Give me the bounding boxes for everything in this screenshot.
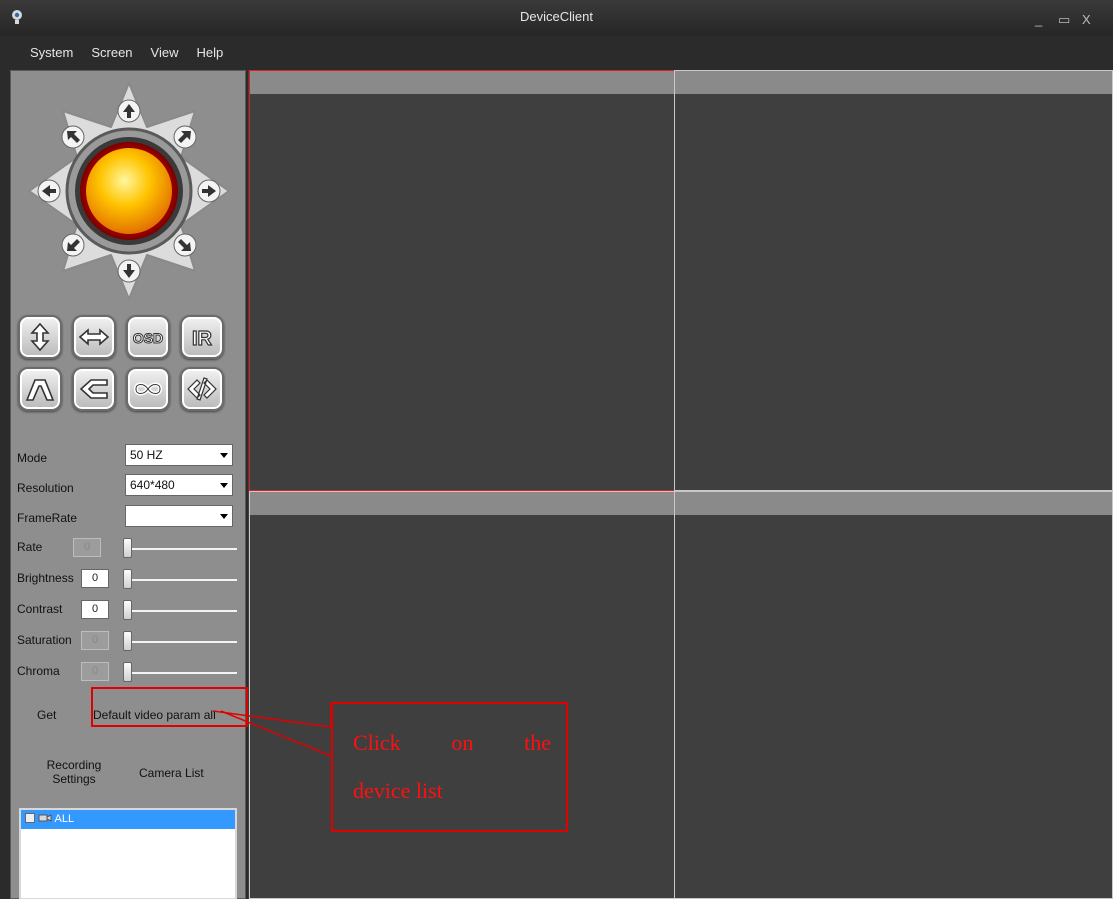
- video-cell-2[interactable]: [674, 70, 1113, 491]
- camera-list-button[interactable]: Camera List: [139, 766, 204, 780]
- menu-system[interactable]: System: [30, 45, 73, 60]
- callout-word: Click: [353, 730, 401, 755]
- callout-word: the: [524, 730, 551, 755]
- contrast-label: Contrast: [17, 602, 63, 616]
- chroma-slider-thumb[interactable]: [123, 662, 132, 682]
- recording-settings-button[interactable]: Recording Settings: [39, 758, 109, 786]
- ptz-up-right-arrow[interactable]: [173, 125, 197, 149]
- camera-group-icon: [38, 814, 52, 822]
- resolution-label: Resolution: [17, 481, 74, 495]
- infinity-icon: [133, 382, 163, 396]
- annotation-callout: Click on the device list: [331, 702, 568, 832]
- brightness-label: Brightness: [17, 571, 74, 585]
- callout-line-2: device list: [353, 778, 443, 803]
- contrast-slider-track[interactable]: [127, 610, 237, 612]
- ptz-center-button[interactable]: [86, 148, 172, 234]
- brightness-value[interactable]: 0: [81, 569, 109, 588]
- saturation-slider-thumb[interactable]: [123, 631, 132, 651]
- chroma-value: 0: [81, 662, 109, 681]
- resolution-value: 640*480: [130, 478, 175, 492]
- list-item[interactable]: ALL: [21, 810, 235, 829]
- ptz-right-arrow[interactable]: [197, 179, 221, 203]
- chevron-down-icon: [220, 483, 228, 488]
- ptz-down-left-arrow[interactable]: [61, 233, 85, 257]
- video-cell-titlebar: [675, 492, 1112, 515]
- get-button[interactable]: Get: [37, 708, 56, 722]
- flip-horizontal-button[interactable]: [72, 315, 116, 359]
- menu-bar: System Screen View Help: [10, 40, 246, 64]
- code-button[interactable]: [180, 367, 224, 411]
- window-title: DeviceClient: [520, 9, 593, 24]
- framerate-select[interactable]: [125, 505, 233, 527]
- saturation-value: 0: [81, 631, 109, 650]
- tilt-button[interactable]: [18, 367, 62, 411]
- recording-label: Recording: [46, 758, 102, 772]
- chroma-label: Chroma: [17, 664, 60, 678]
- osd-button[interactable]: OSD: [126, 315, 170, 359]
- menu-view[interactable]: View: [151, 45, 179, 60]
- brightness-slider-track[interactable]: [127, 579, 237, 581]
- framerate-label: FrameRate: [17, 511, 78, 525]
- ptz-up-left-arrow[interactable]: [61, 125, 85, 149]
- ptz-left-arrow[interactable]: [37, 179, 61, 203]
- device-all-label: ALL: [54, 813, 75, 825]
- saturation-label: Saturation: [17, 633, 72, 647]
- video-cell-titlebar: [250, 492, 674, 515]
- video-cell-1[interactable]: [249, 70, 675, 491]
- video-cell-titlebar: [250, 71, 674, 94]
- code-icon: [187, 377, 217, 401]
- zoom-button[interactable]: [72, 367, 116, 411]
- tilt-icon: [25, 379, 55, 401]
- saturation-slider-track[interactable]: [127, 641, 237, 643]
- close-button[interactable]: X: [1082, 12, 1091, 27]
- callout-word: on: [451, 730, 474, 755]
- minimize-button[interactable]: _: [1035, 12, 1042, 27]
- rate-value: 0: [73, 538, 101, 557]
- mode-value: 50 HZ: [130, 448, 163, 462]
- rate-slider-thumb[interactable]: [123, 538, 132, 558]
- annotation-highlight-box: [91, 687, 248, 727]
- vertical-arrows-icon: [30, 322, 50, 352]
- loop-button[interactable]: [126, 367, 170, 411]
- ptz-down-right-arrow[interactable]: [173, 233, 197, 257]
- video-cell-4[interactable]: [674, 491, 1113, 899]
- brightness-slider-thumb[interactable]: [123, 569, 132, 589]
- contrast-slider-thumb[interactable]: [123, 600, 132, 620]
- video-cell-3[interactable]: [249, 491, 675, 899]
- device-list[interactable]: ALL: [19, 808, 237, 899]
- flip-vertical-button[interactable]: [18, 315, 62, 359]
- osd-icon: OSD: [132, 330, 163, 347]
- ptz-up-arrow[interactable]: [117, 99, 141, 123]
- rate-slider-track[interactable]: [127, 548, 237, 550]
- chevron-down-icon: [220, 453, 228, 458]
- menu-help[interactable]: Help: [197, 45, 224, 60]
- chroma-slider-track[interactable]: [127, 672, 237, 674]
- menu-screen[interactable]: Screen: [91, 45, 132, 60]
- svg-text:IR: IR: [192, 328, 213, 350]
- settings-label: Settings: [52, 772, 96, 786]
- mode-label: Mode: [17, 451, 48, 465]
- maximize-button[interactable]: ▭: [1058, 12, 1070, 28]
- video-cell-titlebar: [675, 71, 1112, 94]
- chevron-down-icon: [220, 514, 228, 519]
- mode-select[interactable]: 50 HZ: [125, 444, 233, 466]
- ir-icon: IR: [191, 327, 213, 350]
- title-bar: DeviceClient _ ▭ X: [0, 0, 1113, 36]
- checkbox-icon[interactable]: [25, 813, 35, 823]
- ptz-control: [28, 82, 230, 300]
- contrast-value[interactable]: 0: [81, 600, 109, 619]
- wedge-icon: [79, 379, 108, 399]
- rate-label: Rate: [17, 540, 43, 554]
- ir-button[interactable]: IR: [180, 315, 224, 359]
- horizontal-arrows-icon: [78, 328, 110, 346]
- svg-text:OSD: OSD: [133, 330, 163, 346]
- callout-line-1: Click on the: [353, 730, 551, 756]
- control-panel: OSD IR Mode 50 HZ Resolution 640*480 Fra…: [10, 70, 246, 899]
- ptz-down-arrow[interactable]: [117, 259, 141, 283]
- resolution-select[interactable]: 640*480: [125, 474, 233, 496]
